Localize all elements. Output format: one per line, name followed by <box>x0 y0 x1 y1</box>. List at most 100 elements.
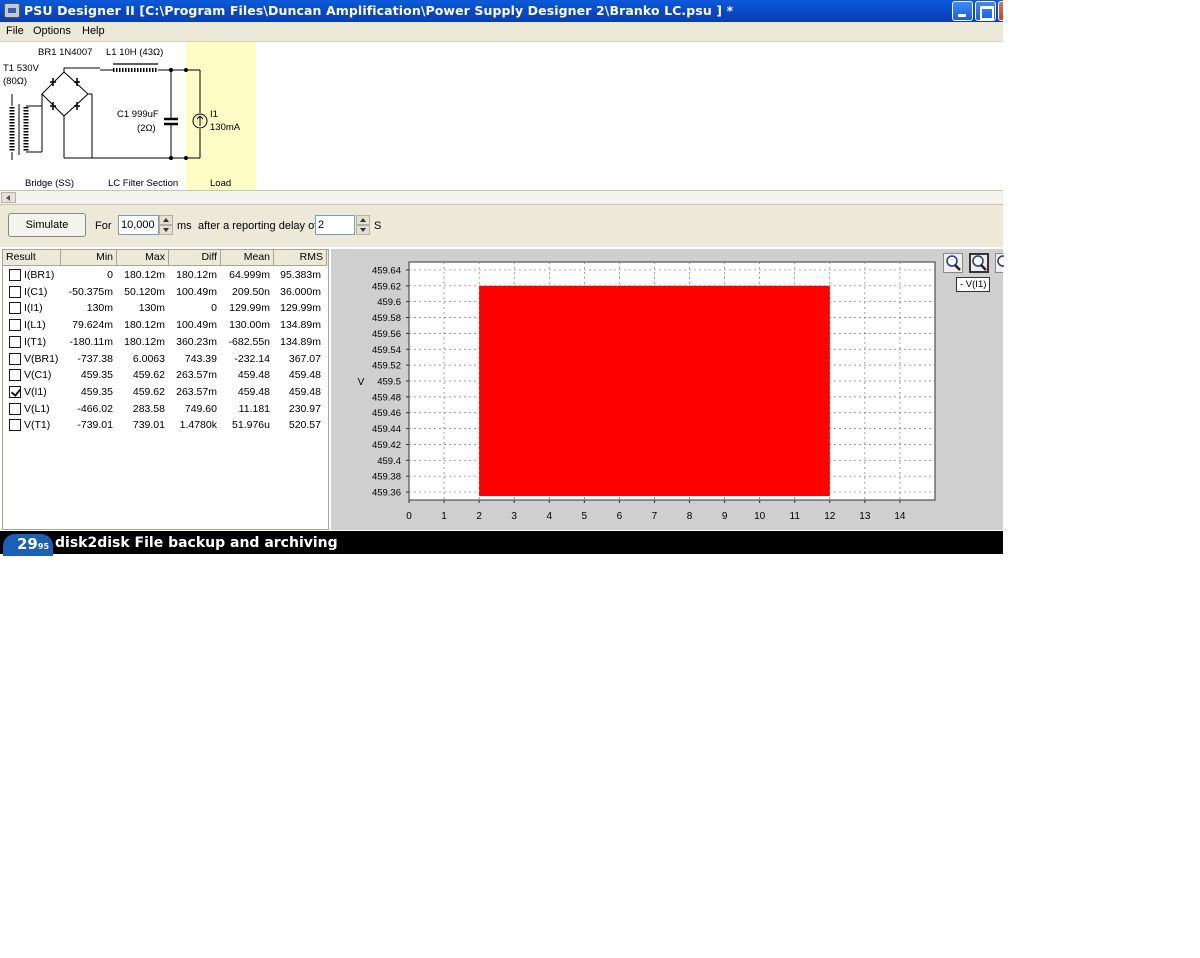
load-name-label: I1 <box>210 109 218 120</box>
series-area-v-i1 <box>479 285 830 497</box>
result-checkbox[interactable] <box>9 385 21 398</box>
simulation-controls: Simulate For 10,000 ms after a reporting… <box>0 205 1003 247</box>
table-row[interactable]: I(I1) 130m 130m 0 129.99m 129.99m <box>3 300 328 317</box>
column-header-mean[interactable]: Mean <box>221 250 274 266</box>
zoom-select-button[interactable] <box>969 253 989 273</box>
simulate-button[interactable]: Simulate <box>8 213 86 237</box>
y-tick-label: 459.42 <box>372 440 401 451</box>
duration-input[interactable]: 10,000 <box>118 215 159 235</box>
menu-options[interactable]: Options <box>33 25 71 37</box>
column-header-max[interactable]: Max <box>117 250 169 266</box>
menu-bar: File Options Help <box>0 22 1003 42</box>
transformer-label: T1 530V <box>3 63 39 74</box>
result-rms-cell: 459.48 <box>288 385 321 398</box>
result-min-cell: 0 <box>107 269 113 281</box>
result-checkbox[interactable] <box>9 402 21 415</box>
table-row[interactable]: I(T1) -180.11m 180.12m 360.23m -682.55n 134.8… <box>3 334 328 351</box>
result-min-cell: 459.35 <box>80 385 113 398</box>
result-name: I(I1) <box>24 302 43 315</box>
result-diff-cell: 1.4780k <box>179 419 217 432</box>
minimize-button[interactable] <box>952 1 973 21</box>
waveform-chart[interactable]: 0 1 2 3 4 5 6 7 8 9 10 11 12 13 14459.64459.62459.6459… <box>331 249 1003 530</box>
table-row[interactable]: V(L1) -466.02 283.58 749.60 11.181 230.97 <box>3 401 328 418</box>
schematic-horizontal-scrollbar[interactable] <box>0 190 1003 205</box>
column-header-min[interactable]: Min <box>61 250 117 266</box>
result-checkbox[interactable] <box>9 335 21 348</box>
column-header-rms[interactable]: RMS <box>274 250 327 266</box>
result-diff-cell: 360.23m <box>176 335 217 348</box>
x-tick-label: 1 <box>441 511 447 522</box>
delay-spinner[interactable] <box>356 215 370 235</box>
y-tick-label: 459.5 <box>377 377 401 388</box>
result-mean-cell: -682.55n <box>228 335 270 348</box>
result-max-cell: 459.62 <box>132 369 165 382</box>
result-diff-cell: 749.60 <box>184 402 217 415</box>
result-min-cell: 459.35 <box>80 369 113 382</box>
result-checkbox[interactable] <box>9 319 21 332</box>
app-icon[interactable] <box>4 3 20 18</box>
section-label-load: Load <box>210 178 232 189</box>
delay-input[interactable]: 2 <box>315 215 355 235</box>
menu-help[interactable]: Help <box>82 25 105 37</box>
y-tick-label: 459.64 <box>372 265 401 276</box>
y-tick-label: 459.4 <box>377 456 401 467</box>
table-row[interactable]: V(I1) 459.35 459.62 263.57m 459.48 459.48 <box>3 384 328 401</box>
result-rms-cell: 459.48 <box>288 369 321 382</box>
zoom-out-button[interactable] <box>995 253 1004 273</box>
logo-subscript: 95 <box>37 542 50 551</box>
y-tick-label: 459.54 <box>372 345 401 356</box>
result-mean-cell: 129.99m <box>229 302 270 315</box>
result-name: V(T1) <box>24 419 51 432</box>
table-row[interactable]: V(C1) 459.35 459.62 263.57m 459.48 459.48 <box>3 367 328 384</box>
result-mean-cell: 51.976u <box>232 419 270 432</box>
disk2disk-logo: 2995 <box>3 534 53 556</box>
x-tick-label: 8 <box>687 511 693 522</box>
results-table-header: Result Min Max Diff Mean RMS <box>3 250 328 266</box>
spin-up-icon[interactable] <box>356 215 370 225</box>
capacitor-esr-label: (2Ω) <box>137 123 156 134</box>
y-tick-label: 459.36 <box>372 488 401 499</box>
column-header-diff[interactable]: Diff <box>169 250 221 266</box>
x-tick-label: 3 <box>511 511 517 522</box>
x-tick-label: 14 <box>894 511 906 522</box>
spin-down-icon[interactable] <box>159 225 173 235</box>
result-diff-cell: 100.49m <box>176 285 217 298</box>
table-row[interactable]: V(T1) -739.01 739.01 1.4780k 51.976u 520.57 <box>3 417 328 434</box>
for-label: For <box>95 220 112 232</box>
banner-text[interactable]: disk2disk File backup and archiving <box>55 535 338 551</box>
column-header-result[interactable]: Result <box>3 250 61 266</box>
zoom-out-icon <box>997 255 1004 267</box>
result-max-cell: 283.58 <box>132 402 165 415</box>
spin-down-icon[interactable] <box>356 225 370 235</box>
y-tick-label: 459.52 <box>372 361 401 372</box>
result-name: I(T1) <box>24 335 47 348</box>
x-tick-label: 5 <box>582 511 588 522</box>
result-max-cell: 180.12m <box>124 269 165 281</box>
result-checkbox[interactable] <box>9 352 21 365</box>
result-min-cell: -50.375m <box>68 285 113 298</box>
table-row[interactable]: I(BR1) 0 180.12m 180.12m 64.999m 95.383m <box>3 267 328 284</box>
zoom-in-button[interactable] <box>943 253 963 273</box>
scroll-left-arrow-icon[interactable] <box>1 192 16 203</box>
result-checkbox[interactable] <box>9 419 21 432</box>
duration-spinner[interactable] <box>159 215 173 235</box>
result-checkbox[interactable] <box>9 369 21 382</box>
table-row[interactable]: I(C1) -50.375m 50.120m 100.49m 209.50n 36.000… <box>3 284 328 301</box>
result-mean-cell: 459.48 <box>237 385 270 398</box>
result-checkbox[interactable] <box>9 285 21 298</box>
x-tick-label: 13 <box>859 511 871 522</box>
result-mean-cell: 64.999m <box>229 269 270 281</box>
result-checkbox[interactable] <box>9 269 21 281</box>
delay-unit-label: S <box>374 220 382 232</box>
close-button[interactable] <box>998 1 1003 21</box>
table-row[interactable]: I(L1) 79.624m 180.12m 100.49m 130.00m 134.89m <box>3 317 328 334</box>
inductor-label: L1 10H (43Ω) <box>106 47 164 58</box>
result-diff-cell: 743.39 <box>184 352 217 365</box>
result-checkbox[interactable] <box>9 302 21 315</box>
menu-file[interactable]: File <box>6 25 24 37</box>
table-row[interactable]: V(BR1) -737.38 6.0063 743.39 -232.14 367.07 <box>3 351 328 368</box>
spin-up-icon[interactable] <box>159 215 173 225</box>
y-tick-label: 459.6 <box>377 297 401 308</box>
delay-label: after a reporting delay of <box>198 220 318 232</box>
maximize-button[interactable] <box>975 1 996 21</box>
